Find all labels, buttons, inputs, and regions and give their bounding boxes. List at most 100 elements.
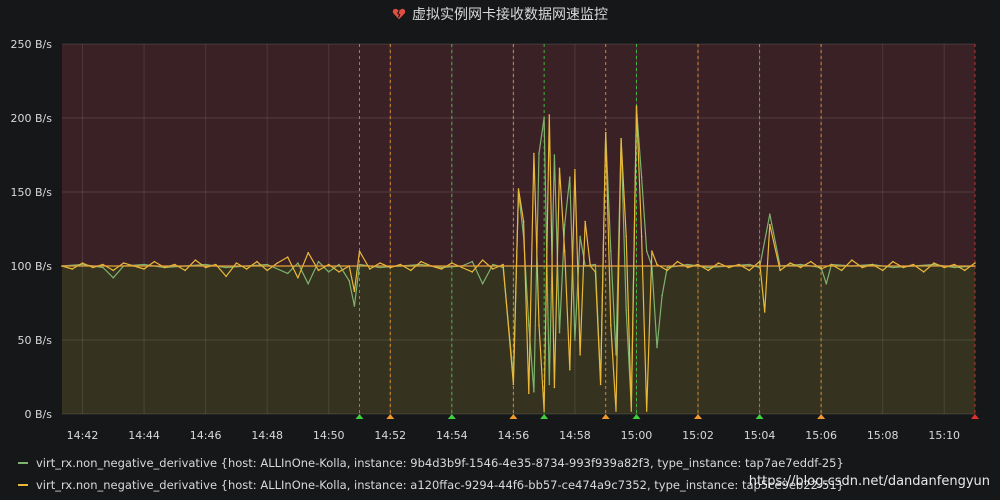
data-point xyxy=(317,260,320,263)
data-point xyxy=(584,220,586,223)
data-point xyxy=(92,266,94,269)
data-point xyxy=(656,263,658,266)
data-point xyxy=(666,266,668,269)
data-point xyxy=(820,268,822,270)
data-point xyxy=(256,260,258,263)
x-tick-label: 14:52 xyxy=(374,429,406,442)
data-point xyxy=(594,271,597,273)
data-point xyxy=(974,262,976,264)
annotation-marker xyxy=(632,414,641,419)
data-point xyxy=(543,117,545,119)
data-point xyxy=(379,262,381,264)
y-axis: 0 B/s 50 B/s 100 B/s 150 B/s 200 B/s 250 B/s xyxy=(11,38,53,421)
data-point xyxy=(174,263,176,266)
data-point xyxy=(579,235,581,238)
data-point xyxy=(707,266,710,269)
data-point xyxy=(538,324,540,327)
legend-swatch-yellow xyxy=(18,484,28,486)
data-point xyxy=(512,383,515,386)
data-point xyxy=(594,263,597,266)
data-point xyxy=(840,269,843,272)
legend-label: virt_rx.non_negative_derivative {host: A… xyxy=(36,478,844,492)
data-point xyxy=(358,263,361,266)
data-point xyxy=(574,339,576,341)
data-point xyxy=(748,263,751,266)
data-point xyxy=(625,309,627,312)
data-point xyxy=(327,263,330,266)
data-point xyxy=(851,259,853,261)
x-tick-label: 15:02 xyxy=(682,429,714,442)
data-point xyxy=(569,368,571,371)
data-point xyxy=(471,271,474,273)
x-tick-label: 15:06 xyxy=(805,429,837,442)
data-point xyxy=(81,262,84,264)
data-point xyxy=(676,260,679,263)
data-point xyxy=(528,392,530,395)
annotation-marker xyxy=(447,414,456,419)
data-point xyxy=(651,250,653,252)
data-point xyxy=(348,280,351,282)
y-tick-label: 50 B/s xyxy=(18,334,53,347)
data-point xyxy=(276,262,279,264)
data-point xyxy=(748,269,751,272)
data-point xyxy=(369,268,371,270)
data-point xyxy=(635,105,638,107)
data-point xyxy=(358,250,361,252)
data-point xyxy=(640,235,643,238)
data-point xyxy=(892,266,894,269)
annotation-marker xyxy=(540,414,549,419)
time-series-chart[interactable]: 0 B/s50 B/s100 B/s150 B/s200 B/s250 B/s … xyxy=(0,0,1000,500)
data-point xyxy=(810,260,812,263)
data-point xyxy=(697,263,699,266)
data-point xyxy=(307,283,310,285)
data-point xyxy=(327,271,330,273)
data-point xyxy=(579,354,581,356)
data-point xyxy=(825,283,828,285)
y-tick-label: 150 B/s xyxy=(11,186,53,199)
x-tick-label: 15:04 xyxy=(744,429,776,442)
data-point xyxy=(922,271,925,273)
data-point xyxy=(548,383,551,386)
data-point xyxy=(769,223,771,226)
data-point xyxy=(558,331,561,334)
data-point xyxy=(153,260,156,263)
data-point xyxy=(717,262,720,264)
data-point xyxy=(902,266,904,269)
data-point xyxy=(286,256,289,258)
data-point xyxy=(881,269,884,272)
data-point xyxy=(738,263,740,266)
annotation-marker xyxy=(971,414,979,419)
annotation-marker xyxy=(694,414,703,419)
data-point xyxy=(615,410,617,412)
data-point xyxy=(389,266,392,269)
data-point xyxy=(440,268,443,270)
data-point xyxy=(112,277,115,279)
data-point xyxy=(492,268,494,270)
data-point xyxy=(687,266,689,269)
data-point xyxy=(420,260,422,263)
data-point xyxy=(338,263,340,266)
data-point xyxy=(204,266,207,269)
legend-item[interactable]: virt_rx.non_negative_derivative {host: A… xyxy=(18,452,988,474)
data-point xyxy=(769,213,771,215)
data-point xyxy=(943,266,945,269)
data-point xyxy=(728,266,730,269)
data-point xyxy=(707,269,710,272)
data-point xyxy=(871,263,874,266)
data-point xyxy=(645,250,648,252)
annotation-marker xyxy=(355,414,364,419)
data-point xyxy=(933,262,935,264)
data-point xyxy=(225,266,227,269)
data-point xyxy=(471,260,474,263)
data-point xyxy=(610,324,612,327)
annotation-marker xyxy=(601,414,610,419)
data-point xyxy=(502,263,504,266)
data-point xyxy=(522,220,525,223)
data-point xyxy=(286,272,289,275)
data-point xyxy=(758,260,761,263)
data-point xyxy=(666,269,668,272)
data-point xyxy=(538,152,540,155)
data-point xyxy=(687,263,689,266)
data-point xyxy=(543,410,545,412)
legend-swatch-green xyxy=(18,462,28,464)
